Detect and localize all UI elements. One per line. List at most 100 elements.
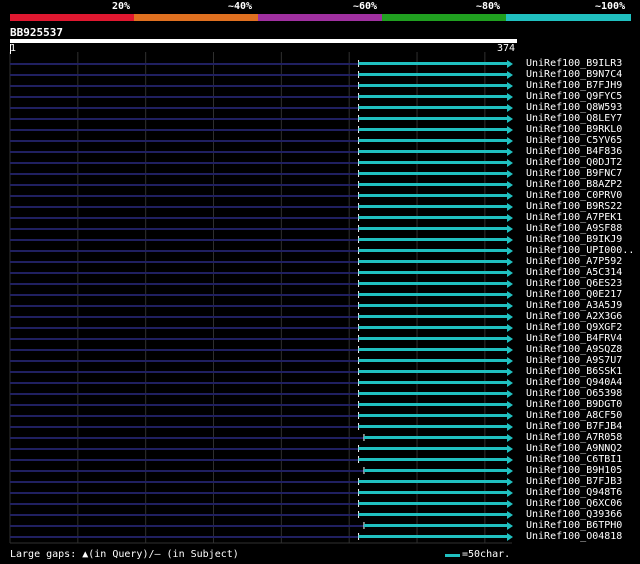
hit-match-bar[interactable] bbox=[358, 117, 508, 120]
hit-match-bar[interactable] bbox=[358, 106, 508, 109]
hit-label[interactable]: UniRef100_B9ILR3 bbox=[526, 58, 622, 69]
hit-label[interactable]: UniRef100_Q0DJT2 bbox=[526, 157, 622, 168]
hit-arrow-icon bbox=[507, 159, 513, 167]
hit-arrow-icon bbox=[507, 137, 513, 145]
hit-arrow-icon bbox=[507, 225, 513, 233]
hit-match-bar[interactable] bbox=[358, 337, 508, 340]
hit-match-bar[interactable] bbox=[358, 447, 508, 450]
hit-arrow-icon bbox=[507, 313, 513, 321]
hit-label[interactable]: UniRef100_A7P592 bbox=[526, 256, 622, 267]
hit-match-bar[interactable] bbox=[358, 535, 508, 538]
hit-label[interactable]: UniRef100_A5C314 bbox=[526, 267, 622, 278]
hit-match-bar[interactable] bbox=[363, 436, 508, 439]
hit-label[interactable]: UniRef100_C5YV65 bbox=[526, 135, 622, 146]
hit-match-bar[interactable] bbox=[358, 392, 508, 395]
hit-arrow-icon bbox=[507, 236, 513, 244]
hit-match-bar[interactable] bbox=[358, 194, 508, 197]
hit-label[interactable]: UniRef100_B9N7C4 bbox=[526, 69, 622, 80]
hit-label[interactable]: UniRef100_B8AZP2 bbox=[526, 179, 622, 190]
hit-label[interactable]: UniRef100_A8CF50 bbox=[526, 410, 622, 421]
hit-match-bar[interactable] bbox=[358, 73, 508, 76]
hit-label[interactable]: UniRef100_B9RS22 bbox=[526, 201, 622, 212]
hit-match-bar[interactable] bbox=[358, 348, 508, 351]
hit-match-bar[interactable] bbox=[358, 403, 508, 406]
hit-label[interactable]: UniRef100_Q39366 bbox=[526, 509, 622, 520]
hit-label[interactable]: UniRef100_O65398 bbox=[526, 388, 622, 399]
hit-label[interactable]: UniRef100_B6SSK1 bbox=[526, 366, 622, 377]
hit-match-bar[interactable] bbox=[358, 502, 508, 505]
hit-match-bar[interactable] bbox=[358, 260, 508, 263]
hit-label[interactable]: UniRef100_A9SQZ8 bbox=[526, 344, 622, 355]
hit-label[interactable]: UniRef100_Q6ES23 bbox=[526, 278, 622, 289]
hit-label[interactable]: UniRef100_B9FNC7 bbox=[526, 168, 622, 179]
hit-match-bar[interactable] bbox=[358, 513, 508, 516]
hit-match-bar[interactable] bbox=[358, 249, 508, 252]
hit-label[interactable]: UniRef100_C0PRV0 bbox=[526, 190, 622, 201]
hit-match-bar[interactable] bbox=[358, 491, 508, 494]
hit-match-bar[interactable] bbox=[363, 469, 508, 472]
hit-match-bar[interactable] bbox=[358, 205, 508, 208]
hit-label[interactable]: UniRef100_A7PEK1 bbox=[526, 212, 622, 223]
hit-match-bar[interactable] bbox=[358, 271, 508, 274]
hit-match-bar[interactable] bbox=[358, 425, 508, 428]
hit-label[interactable]: UniRef100_Q8LEY7 bbox=[526, 113, 622, 124]
hit-match-bar[interactable] bbox=[358, 370, 508, 373]
hit-label[interactable]: UniRef100_Q9XGF2 bbox=[526, 322, 622, 333]
hit-match-bar[interactable] bbox=[358, 139, 508, 142]
hit-label[interactable]: UniRef100_Q940A4 bbox=[526, 377, 622, 388]
hit-match-bar[interactable] bbox=[358, 84, 508, 87]
hit-label[interactable]: UniRef100_B4F836 bbox=[526, 146, 622, 157]
hit-label[interactable]: UniRef100_A9NNQ2 bbox=[526, 443, 622, 454]
hit-match-bar[interactable] bbox=[358, 359, 508, 362]
hit-label[interactable]: UniRef100_Q0E217 bbox=[526, 289, 622, 300]
hit-arrow-icon bbox=[507, 181, 513, 189]
hit-label[interactable]: UniRef100_B9IKJ9 bbox=[526, 234, 622, 245]
hit-label[interactable]: UniRef100_B7FJH9 bbox=[526, 80, 622, 91]
hit-label[interactable]: UniRef100_Q948T6 bbox=[526, 487, 622, 498]
hit-arrow-icon bbox=[507, 115, 513, 123]
hit-match-bar[interactable] bbox=[358, 315, 508, 318]
hit-match-bar[interactable] bbox=[358, 326, 508, 329]
hit-label[interactable]: UniRef100_Q6XC06 bbox=[526, 498, 622, 509]
hit-label[interactable]: UniRef100_B4FRV4 bbox=[526, 333, 622, 344]
hit-label[interactable]: UniRef100_B9DGT0 bbox=[526, 399, 622, 410]
hit-arrow-icon bbox=[507, 324, 513, 332]
hit-label[interactable]: UniRef100_O04818 bbox=[526, 531, 622, 542]
hit-match-bar[interactable] bbox=[358, 216, 508, 219]
hit-match-bar[interactable] bbox=[358, 95, 508, 98]
hit-label[interactable]: UniRef100_B7FJB3 bbox=[526, 476, 622, 487]
hit-match-bar[interactable] bbox=[358, 458, 508, 461]
hit-arrow-icon bbox=[507, 335, 513, 343]
hit-label[interactable]: UniRef100_B6TPH0 bbox=[526, 520, 622, 531]
hit-label[interactable]: UniRef100_UPI000.. bbox=[526, 245, 634, 256]
hit-label[interactable]: UniRef100_B7FJB4 bbox=[526, 421, 622, 432]
hit-arrow-icon bbox=[507, 456, 513, 464]
hit-label[interactable]: UniRef100_A2X3G6 bbox=[526, 311, 622, 322]
hit-label[interactable]: UniRef100_A9SF88 bbox=[526, 223, 622, 234]
hit-match-bar[interactable] bbox=[358, 293, 508, 296]
hit-match-bar[interactable] bbox=[358, 128, 508, 131]
hit-match-bar[interactable] bbox=[358, 381, 508, 384]
hit-match-bar[interactable] bbox=[358, 414, 508, 417]
hit-label[interactable]: UniRef100_A9S7U7 bbox=[526, 355, 622, 366]
hit-label[interactable]: UniRef100_A7R058 bbox=[526, 432, 622, 443]
hit-arrow-icon bbox=[507, 390, 513, 398]
hit-match-bar[interactable] bbox=[358, 183, 508, 186]
hit-match-bar[interactable] bbox=[358, 161, 508, 164]
hit-match-bar[interactable] bbox=[358, 62, 508, 65]
hit-match-bar[interactable] bbox=[358, 172, 508, 175]
hit-match-bar[interactable] bbox=[358, 238, 508, 241]
hit-match-bar[interactable] bbox=[358, 227, 508, 230]
hit-label[interactable]: UniRef100_Q9FYC5 bbox=[526, 91, 622, 102]
hit-match-bar[interactable] bbox=[358, 304, 508, 307]
hit-match-bar[interactable] bbox=[358, 480, 508, 483]
hit-label[interactable]: UniRef100_B9RKL0 bbox=[526, 124, 622, 135]
hit-arrow-icon bbox=[507, 60, 513, 68]
hit-match-bar[interactable] bbox=[363, 524, 508, 527]
hit-label[interactable]: UniRef100_B9H105 bbox=[526, 465, 622, 476]
hit-label[interactable]: UniRef100_Q8W593 bbox=[526, 102, 622, 113]
hit-label[interactable]: UniRef100_A3A5J9 bbox=[526, 300, 622, 311]
hit-match-bar[interactable] bbox=[358, 150, 508, 153]
hit-match-bar[interactable] bbox=[358, 282, 508, 285]
hit-label[interactable]: UniRef100_C6TBI1 bbox=[526, 454, 622, 465]
